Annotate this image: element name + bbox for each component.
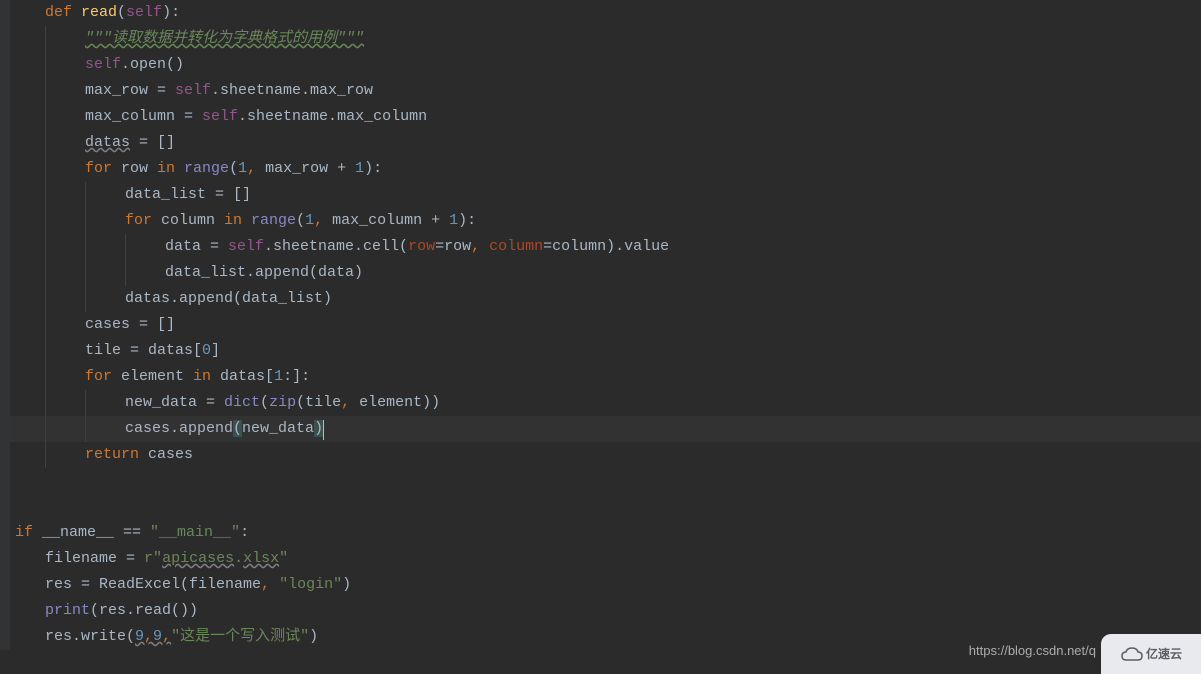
code-line[interactable]: datas = []	[10, 130, 1201, 156]
code-line[interactable]: max_column = self.sheetname.max_column	[10, 104, 1201, 130]
watermark-logo: 亿速云	[1101, 634, 1201, 674]
code-line[interactable]: max_row = self.sheetname.max_row	[10, 78, 1201, 104]
code-line[interactable]: res = ReadExcel(filename, "login")	[10, 572, 1201, 598]
watermark-url: https://blog.csdn.net/q	[969, 638, 1096, 664]
code-line[interactable]: """读取数据并转化为字典格式的用例"""	[10, 26, 1201, 52]
code-line[interactable]: datas.append(data_list)	[10, 286, 1201, 312]
code-line-empty[interactable]	[10, 494, 1201, 520]
code-editor[interactable]: def read(self): """读取数据并转化为字典格式的用例""" se…	[0, 0, 1201, 650]
code-line-empty[interactable]	[10, 468, 1201, 494]
code-line[interactable]: data_list.append(data)	[10, 260, 1201, 286]
text-cursor	[323, 420, 324, 440]
code-line[interactable]: if __name__ == "__main__":	[10, 520, 1201, 546]
gutter	[0, 0, 10, 650]
code-area[interactable]: def read(self): """读取数据并转化为字典格式的用例""" se…	[10, 0, 1201, 650]
cloud-icon	[1120, 646, 1144, 662]
code-line[interactable]: self.open()	[10, 52, 1201, 78]
code-line[interactable]: filename = r"apicases.xlsx"	[10, 546, 1201, 572]
code-line[interactable]: data = self.sheetname.cell(row=row, colu…	[10, 234, 1201, 260]
code-line[interactable]: def read(self):	[10, 0, 1201, 26]
code-line[interactable]: tile = datas[0]	[10, 338, 1201, 364]
code-line[interactable]: for element in datas[1:]:	[10, 364, 1201, 390]
code-line[interactable]: print(res.read())	[10, 598, 1201, 624]
code-line[interactable]: cases = []	[10, 312, 1201, 338]
code-line-current[interactable]: cases.append(new_data)	[10, 416, 1201, 442]
code-line[interactable]: for row in range(1, max_row + 1):	[10, 156, 1201, 182]
code-line[interactable]: return cases	[10, 442, 1201, 468]
code-line[interactable]: new_data = dict(zip(tile, element))	[10, 390, 1201, 416]
code-line[interactable]: data_list = []	[10, 182, 1201, 208]
code-line[interactable]: for column in range(1, max_column + 1):	[10, 208, 1201, 234]
